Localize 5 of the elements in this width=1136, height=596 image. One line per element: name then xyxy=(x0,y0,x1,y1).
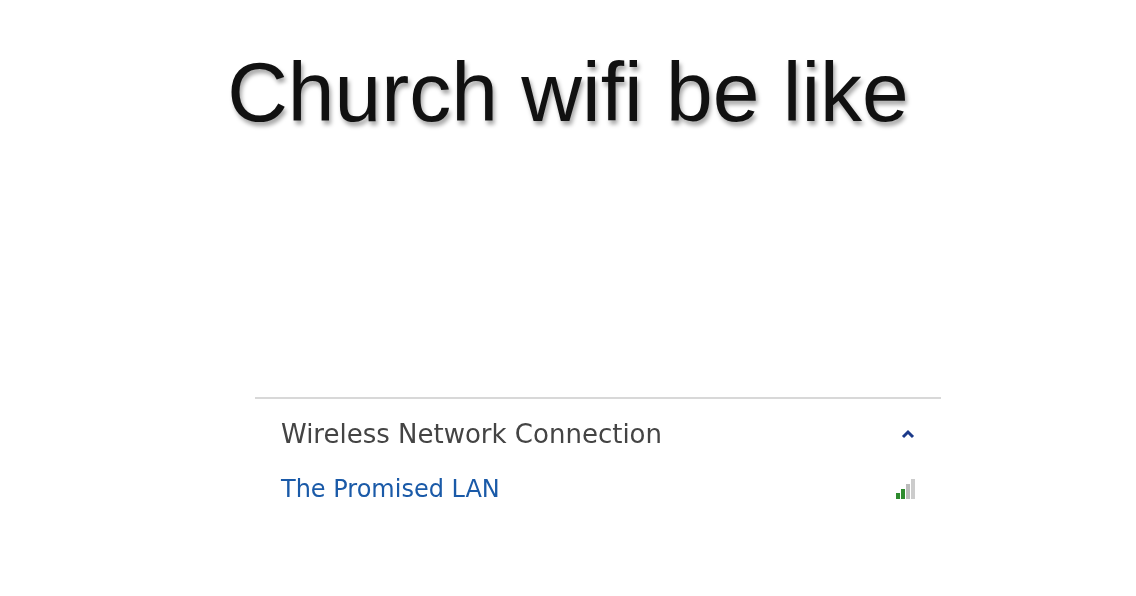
chevron-icon[interactable] xyxy=(901,429,915,439)
meme-caption: Church wifi be like xyxy=(227,44,909,141)
network-name[interactable]: The Promised LAN xyxy=(281,475,500,503)
section-title: Wireless Network Connection xyxy=(281,419,662,449)
signal-strength-icon xyxy=(895,479,915,499)
